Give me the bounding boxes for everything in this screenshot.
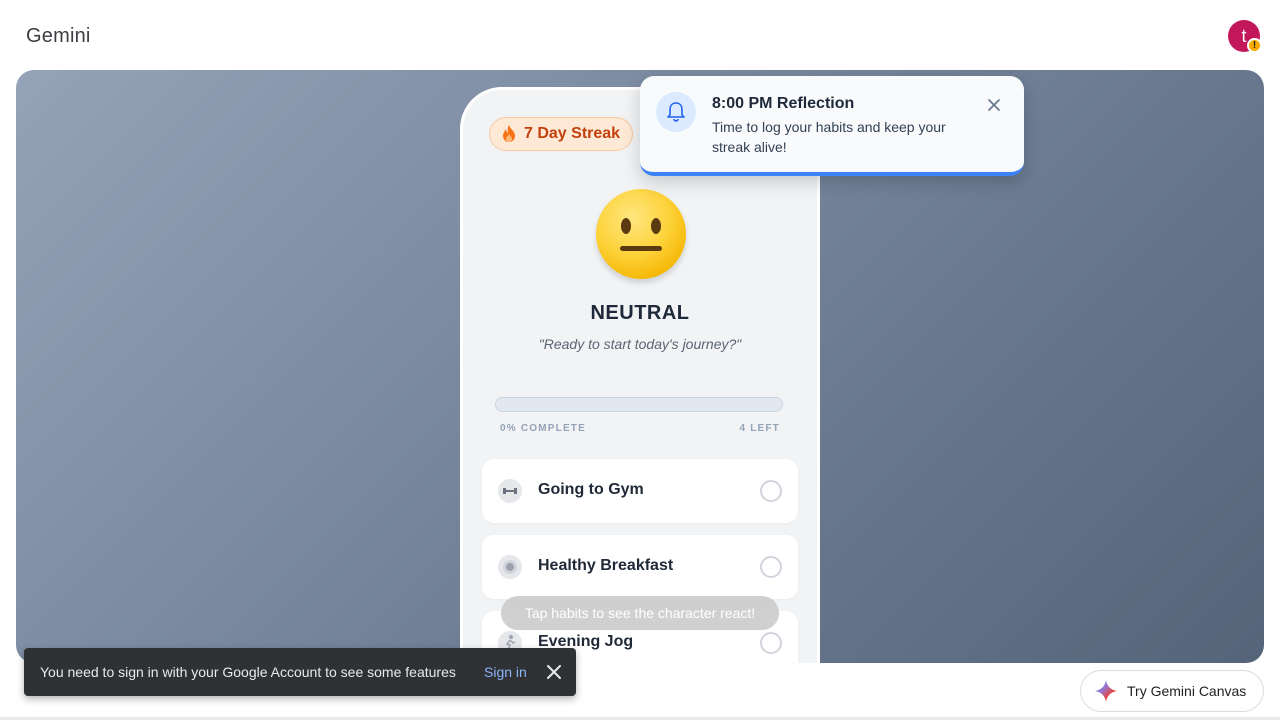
dumbbell-icon (498, 479, 522, 503)
habit-item-breakfast[interactable]: Healthy Breakfast (482, 535, 798, 599)
face-mouth (620, 246, 662, 251)
streak-label: 7 Day Streak (524, 125, 621, 142)
streak-badge: 7 Day Streak (489, 117, 634, 151)
progress-bar (495, 397, 783, 412)
close-icon[interactable] (545, 663, 563, 681)
sign-in-snackbar: You need to sign in with your Google Acc… (24, 648, 576, 696)
habit-label: Going to Gym (538, 481, 644, 498)
snackbar-message: You need to sign in with your Google Acc… (40, 664, 456, 680)
neutral-face-icon[interactable] (596, 189, 686, 279)
mood-quote: "Ready to start today's journey?" (538, 336, 742, 352)
gemini-sparkle-icon (1095, 680, 1117, 702)
sign-in-link[interactable]: Sign in (484, 664, 527, 680)
try-gemini-canvas-button[interactable]: Try Gemini Canvas (1080, 670, 1264, 712)
habit-label: Healthy Breakfast (538, 557, 674, 574)
food-icon (498, 555, 522, 579)
progress-complete-label: 0% COMPLETE (500, 423, 586, 434)
flame-icon (503, 125, 515, 142)
canvas-button-label: Try Gemini Canvas (1127, 683, 1247, 699)
habit-item-gym[interactable]: Going to Gym (482, 459, 798, 523)
hint-toast: Tap habits to see the character react! (501, 596, 779, 630)
face-eye (651, 218, 661, 234)
reminder-notification[interactable]: 8:00 PM Reflection Time to log your habi… (640, 76, 1024, 176)
top-bar: Gemini t ! (0, 0, 1280, 70)
close-icon[interactable] (985, 96, 1003, 114)
habit-checkbox[interactable] (760, 556, 782, 578)
notification-title: 8:00 PM Reflection (712, 95, 855, 112)
notification-body: Time to log your habits and keep your st… (712, 119, 946, 155)
warning-icon: ! (1247, 38, 1262, 53)
progress-left-label: 4 LEFT (739, 423, 780, 434)
mood-label: NEUTRAL (590, 302, 690, 324)
habit-checkbox[interactable] (760, 632, 782, 654)
app-title[interactable]: Gemini (26, 25, 91, 48)
habit-checkbox[interactable] (760, 480, 782, 502)
face-eye (621, 218, 631, 234)
bell-icon (656, 92, 696, 132)
